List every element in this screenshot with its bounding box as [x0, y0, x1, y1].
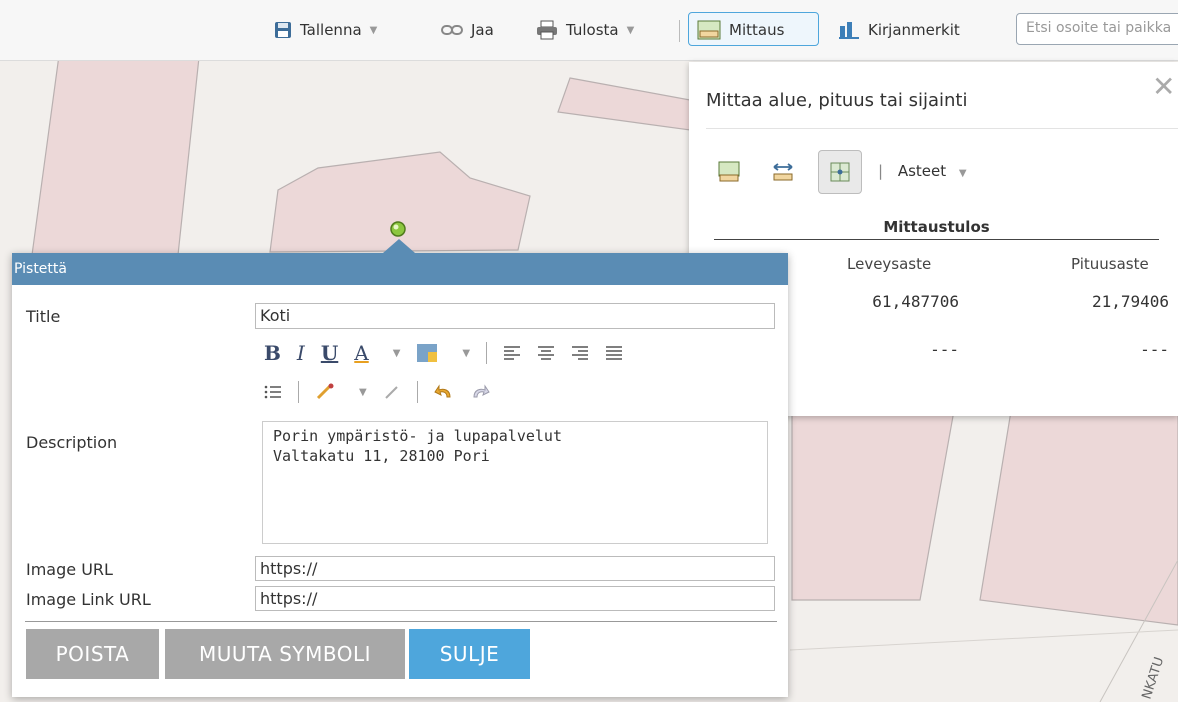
bookmarks-button[interactable]: Kirjanmerkit [838, 16, 960, 44]
save-label: Tallenna [300, 21, 362, 39]
align-right-icon[interactable] [571, 345, 589, 361]
chevron-down-icon: ▼ [626, 24, 635, 36]
close-icon[interactable]: ✕ [1152, 70, 1175, 103]
area-tool-button[interactable] [707, 150, 751, 194]
print-button[interactable]: Tulosta ▼ [536, 16, 634, 44]
image-link-url-input[interactable]: https:// [255, 586, 775, 611]
chevron-down-icon: ▼ [462, 347, 471, 359]
result-longitude: 21,79406 [1091, 292, 1169, 311]
undo-icon[interactable] [433, 383, 454, 401]
top-toolbar: Tallenna ▼ Jaa Tulosta ▼ Mittaus Kirjanm… [0, 0, 1178, 61]
map-point-marker[interactable] [390, 221, 406, 237]
font-color-button[interactable]: A [354, 341, 368, 365]
title-label: Title [26, 307, 61, 326]
toolbar-divider [486, 342, 488, 364]
align-center-icon[interactable] [537, 345, 555, 361]
toolbar-divider [679, 20, 680, 42]
change-symbol-button[interactable]: MUUTA SYMBOLI [165, 629, 405, 679]
printer-icon [537, 20, 557, 40]
rich-text-toolbar: B I U A ▼ ▼ [264, 341, 623, 365]
share-label: Jaa [471, 21, 494, 39]
column-header-latitude: Leveysaste [847, 255, 932, 273]
divider [706, 128, 1178, 129]
justify-icon[interactable] [605, 345, 623, 361]
bold-button[interactable]: B [264, 341, 281, 365]
unit-dropdown[interactable]: | Asteet ▼ [878, 162, 967, 180]
save-button[interactable]: Tallenna ▼ [274, 16, 377, 44]
location-icon [830, 162, 850, 182]
point-editor-popup: Pistettä Title Koti B I U A ▼ ▼ ▼ Descri… [12, 239, 788, 697]
chevron-down-icon: ▼ [359, 386, 367, 398]
image-link-url-label: Image Link URL [26, 590, 151, 609]
building-shape [31, 47, 201, 256]
pointer-latitude: --- [930, 340, 959, 359]
italic-button[interactable]: I [297, 341, 305, 365]
share-button[interactable]: Jaa [441, 16, 494, 44]
toolbar-divider [416, 381, 418, 403]
measure-title: Mittaa alue, pituus tai sijainti [706, 90, 968, 111]
marker-highlight [393, 224, 399, 230]
pointer-longitude: --- [1140, 340, 1169, 359]
redo-icon[interactable] [470, 383, 490, 401]
close-button[interactable]: SULJE [409, 629, 530, 679]
bullet-list-icon[interactable] [264, 384, 282, 400]
area-icon [718, 161, 740, 182]
bookmarks-icon [839, 22, 859, 39]
popup-header: Pistettä [12, 253, 788, 285]
measure-label: Mittaus [729, 21, 785, 39]
description-textarea[interactable]: Porin ympäristö- ja lupapalvelut Valtaka… [262, 421, 768, 544]
delete-button[interactable]: POISTA [26, 629, 159, 679]
floppy-icon [275, 22, 291, 38]
insert-link-icon[interactable] [315, 383, 335, 401]
unit-label: Asteet [897, 162, 947, 180]
description-label: Description [26, 433, 118, 452]
chevron-down-icon: ▼ [958, 168, 967, 179]
unit-separator: | [878, 162, 884, 180]
align-left-icon[interactable] [503, 345, 521, 361]
image-url-label: Image URL [26, 560, 113, 579]
title-input[interactable]: Koti [255, 303, 775, 329]
distance-tool-button[interactable] [761, 150, 805, 194]
column-header-longitude: Pituusaste [1071, 255, 1149, 273]
chevron-down-icon: ▼ [369, 24, 378, 36]
underline-button[interactable]: U [321, 341, 338, 365]
measure-button[interactable]: Mittaus [697, 16, 784, 44]
print-label: Tulosta [566, 21, 619, 39]
highlight-color-icon[interactable] [416, 343, 438, 363]
link-icon [441, 25, 463, 35]
search-input[interactable]: Etsi osoite tai paikka [1016, 13, 1178, 45]
unlink-icon[interactable] [383, 383, 401, 401]
divider [25, 621, 777, 622]
popup-pointer [383, 239, 415, 253]
building-shape [979, 404, 1178, 626]
chevron-down-icon: ▼ [392, 347, 401, 359]
location-tool-button[interactable] [818, 150, 862, 194]
result-latitude: 61,487706 [872, 292, 959, 311]
rich-text-toolbar-row2: ▼ [264, 381, 490, 403]
bookmarks-label: Kirjanmerkit [868, 21, 960, 39]
ruler-icon [697, 20, 721, 40]
toolbar-divider [298, 381, 299, 403]
result-header: Mittaustulos [714, 218, 1159, 240]
image-url-input[interactable]: https:// [255, 556, 775, 581]
distance-icon [773, 163, 793, 181]
